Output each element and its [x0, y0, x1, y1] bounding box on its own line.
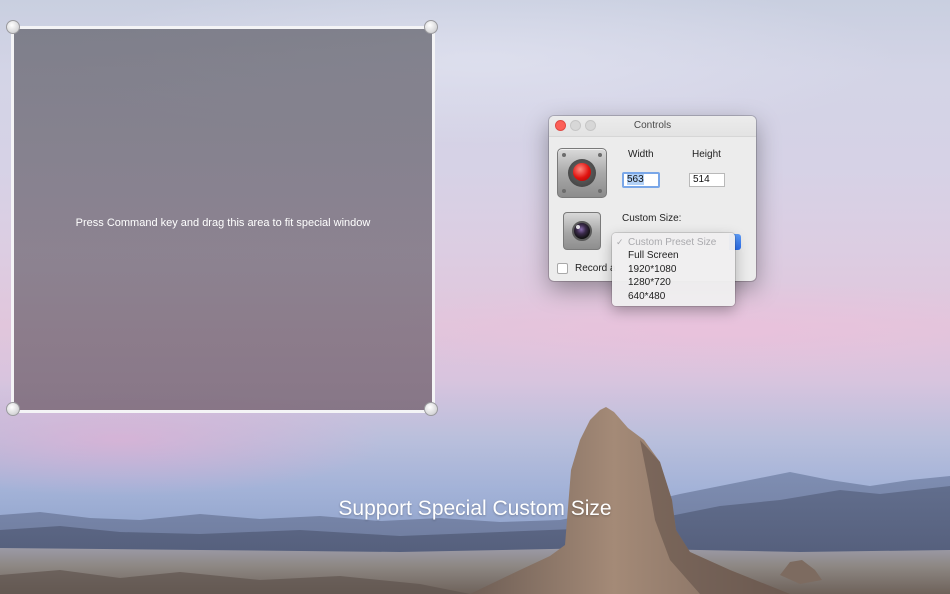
desktop: Press Command key and drag this area to …: [0, 0, 950, 594]
record-icon: [573, 163, 591, 181]
record-button[interactable]: [557, 148, 607, 198]
capture-area[interactable]: Press Command key and drag this area to …: [11, 26, 435, 413]
lens-glint: [576, 225, 580, 229]
resize-handle-top-right[interactable]: [424, 20, 438, 34]
width-value: 563: [627, 174, 644, 185]
camera-button[interactable]: [563, 212, 601, 250]
menu-item-640x480[interactable]: 640*480: [612, 290, 735, 303]
custom-size-menu: ✓ Custom Preset Size Full Screen 1920*10…: [612, 233, 735, 306]
screw-icon: [562, 153, 566, 157]
resize-handle-top-left[interactable]: [6, 20, 20, 34]
screw-icon: [562, 189, 566, 193]
menu-item-1920x1080[interactable]: 1920*1080: [612, 263, 735, 276]
capture-hint: Press Command key and drag this area to …: [75, 217, 371, 229]
promo-caption: Support Special Custom Size: [338, 497, 612, 520]
menu-item-full-screen[interactable]: Full Screen: [612, 249, 735, 262]
menu-item-label: 1280*720: [628, 277, 671, 289]
menu-item-label: 1920*1080: [628, 263, 677, 275]
width-input[interactable]: 563: [622, 172, 660, 188]
menu-item-label: Full Screen: [628, 250, 679, 262]
record-checkbox[interactable]: [557, 263, 568, 274]
menu-item-1280x720[interactable]: 1280*720: [612, 276, 735, 289]
screw-icon: [598, 189, 602, 193]
camera-icon: [572, 221, 592, 241]
menu-item-label: Custom Preset Size: [628, 237, 717, 248]
custom-size-label: Custom Size:: [622, 213, 682, 224]
checkmark-icon: ✓: [616, 237, 624, 247]
menu-item-custom-preset-size: ✓ Custom Preset Size: [612, 236, 735, 249]
height-label: Height: [692, 149, 721, 160]
screw-icon: [598, 153, 602, 157]
width-label: Width: [628, 149, 654, 160]
record-checkbox-label: Record a: [575, 263, 616, 274]
window-titlebar[interactable]: Controls: [549, 116, 756, 137]
height-input[interactable]: 514: [689, 173, 725, 187]
window-title: Controls: [633, 120, 672, 131]
menu-item-label: 640*480: [628, 290, 666, 302]
resize-handle-bottom-right[interactable]: [424, 402, 438, 416]
resize-handle-bottom-left[interactable]: [6, 402, 20, 416]
